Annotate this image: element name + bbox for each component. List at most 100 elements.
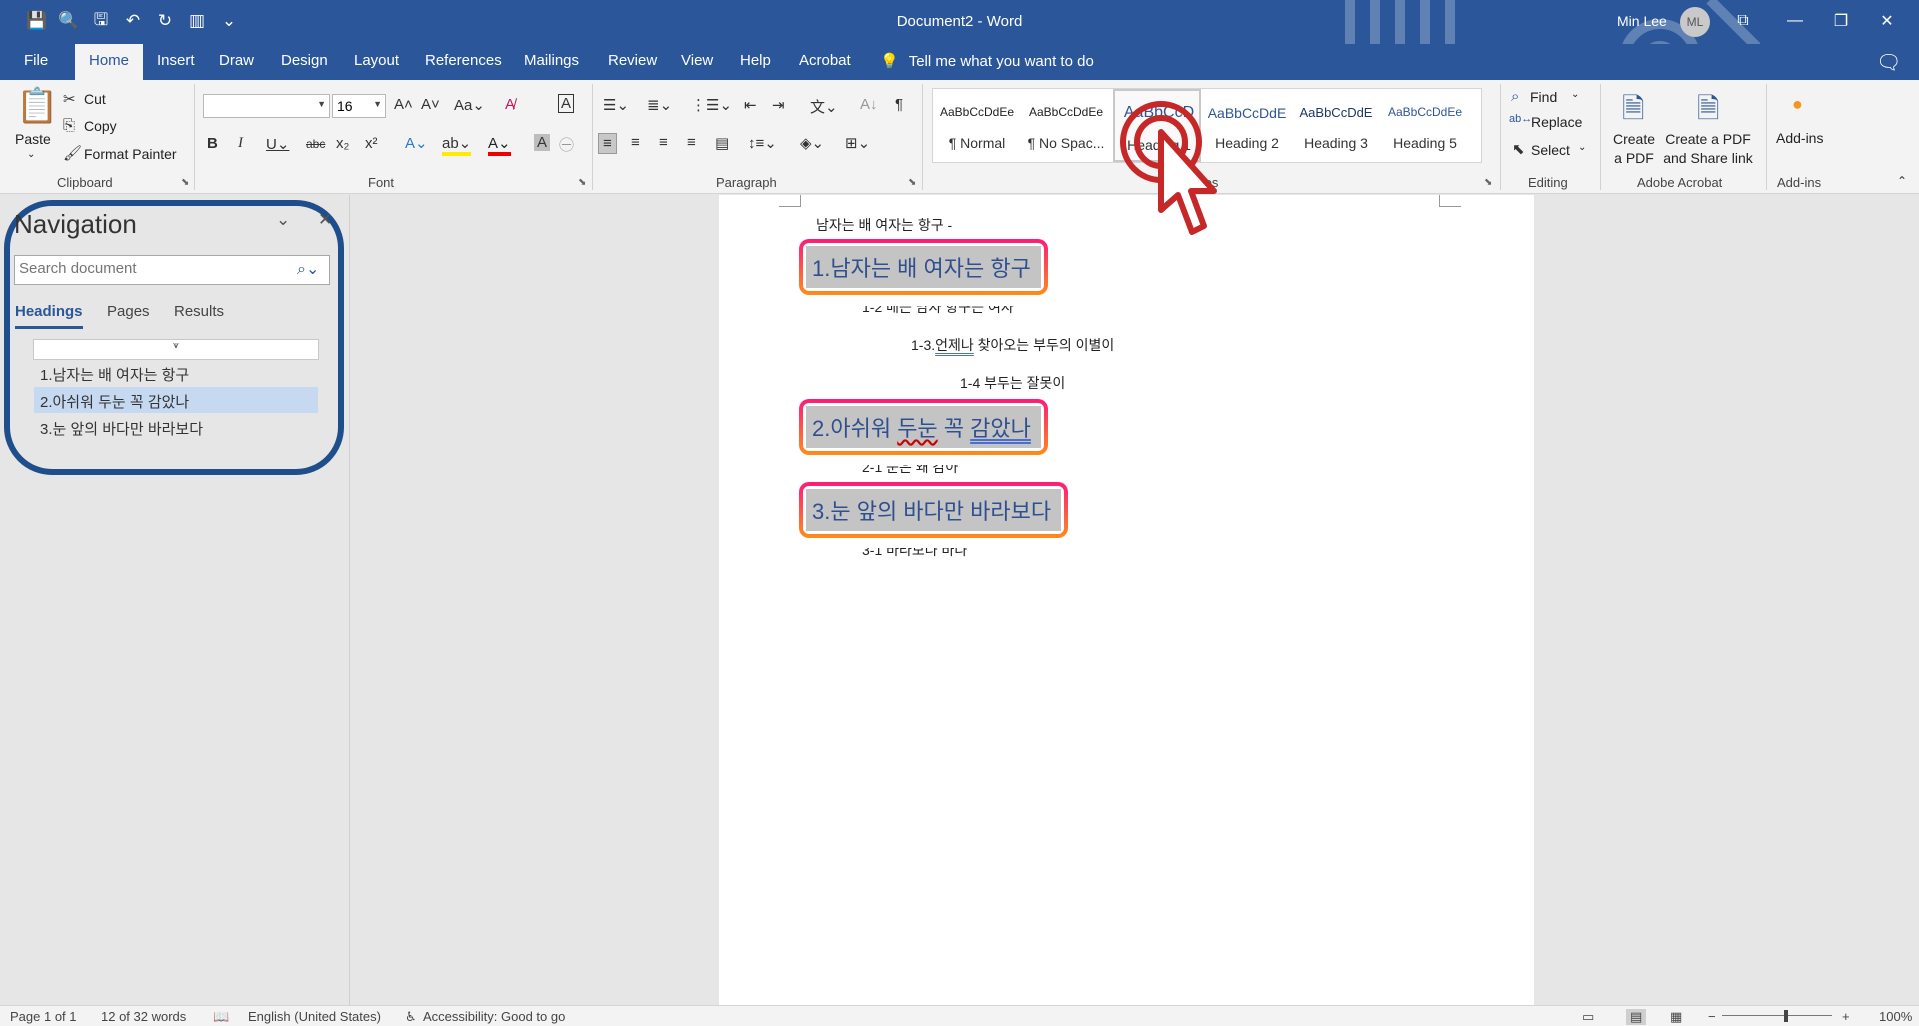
restore-button[interactable]: ❐ bbox=[1818, 6, 1864, 36]
subscript-icon[interactable]: x₂ bbox=[336, 135, 349, 152]
text-effects-icon[interactable]: A⌄ bbox=[405, 134, 428, 152]
replace-button[interactable]: Replace bbox=[1531, 114, 1582, 130]
create-pdf-button[interactable]: Create a PDF bbox=[1613, 130, 1655, 168]
styles-launcher-icon[interactable]: ⬊ bbox=[1484, 177, 1492, 188]
collapse-all-bar[interactable]: ⩛ bbox=[33, 339, 319, 360]
find-dropdown-icon[interactable]: ⌄ bbox=[1571, 89, 1579, 100]
line-3-1[interactable]: 3-1 바라보나 바나 bbox=[862, 548, 967, 560]
tab-file[interactable]: File bbox=[24, 52, 48, 69]
multilevel-list-icon[interactable]: ⋮☰⌄ bbox=[691, 96, 732, 114]
line-spacing-icon[interactable]: ↕≡⌄ bbox=[748, 134, 777, 152]
tab-pages[interactable]: Pages bbox=[107, 303, 150, 320]
align-right-icon[interactable]: ≡ bbox=[659, 134, 668, 151]
line-1-3[interactable]: 1-3.언제나 찾아오는 부두의 이별이 bbox=[911, 335, 1114, 355]
highlighted-heading-2[interactable]: 2.아쉬워 두눈 꼭 감았나 bbox=[799, 399, 1048, 455]
close-pane-icon[interactable]: ✕ bbox=[318, 210, 332, 230]
user-name[interactable]: Min Lee bbox=[1617, 13, 1667, 29]
line-2-1[interactable]: 2-1 눈은 왜 감아 bbox=[862, 465, 958, 477]
highlighted-heading-1[interactable]: 1.남자는 배 여자는 항구 bbox=[799, 239, 1048, 295]
search-input[interactable] bbox=[19, 260, 289, 277]
tab-help[interactable]: Help bbox=[740, 52, 771, 69]
zoom-slider[interactable] bbox=[1722, 1015, 1832, 1016]
decrease-indent-icon[interactable]: ⇤ bbox=[744, 96, 757, 114]
tab-design[interactable]: Design bbox=[281, 52, 328, 69]
nav-heading-item-selected[interactable]: 2.아쉬워 두눈 꼭 감았나 bbox=[34, 387, 318, 413]
clipboard-launcher-icon[interactable]: ⬊ bbox=[181, 177, 189, 188]
borders-icon[interactable]: ⊞⌄ bbox=[845, 134, 870, 152]
style-heading-3[interactable]: AaBbCcDdE Heading 3 bbox=[1292, 89, 1380, 162]
line-1-4[interactable]: 1-4 부두는 잘못이 bbox=[960, 373, 1065, 393]
justify-icon[interactable]: ≡ bbox=[687, 134, 696, 151]
clear-formatting-icon[interactable]: A̸ bbox=[505, 96, 515, 113]
tell-me-search[interactable]: 💡 Tell me what you want to do bbox=[880, 52, 1094, 71]
create-share-link-button[interactable]: Create a PDF and Share link bbox=[1662, 130, 1754, 168]
highlighted-heading-3[interactable]: 3.눈 앞의 바다만 바라보다 bbox=[799, 482, 1069, 538]
paste-button[interactable]: Paste bbox=[15, 131, 51, 147]
tab-insert[interactable]: Insert bbox=[157, 52, 195, 69]
zoom-level[interactable]: 100% bbox=[1879, 1009, 1912, 1024]
font-color-icon[interactable]: A⌄ bbox=[488, 134, 511, 156]
tab-layout[interactable]: Layout bbox=[354, 52, 399, 69]
proofing-icon[interactable]: 📖 bbox=[213, 1009, 229, 1025]
bullets-icon[interactable]: ☰⌄ bbox=[603, 96, 629, 114]
italic-icon[interactable]: I bbox=[238, 135, 243, 152]
align-left-icon[interactable]: ≡ bbox=[598, 133, 617, 154]
highlight-color-icon[interactable]: ab⌄ bbox=[442, 134, 472, 156]
tab-review[interactable]: Review bbox=[608, 52, 657, 69]
format-painter-button[interactable]: Format Painter bbox=[84, 146, 177, 162]
nav-heading-item[interactable]: 1.남자는 배 여자는 항구 bbox=[34, 360, 318, 386]
language-status[interactable]: English (United States) bbox=[248, 1009, 381, 1024]
print-layout-icon[interactable]: ▤ bbox=[1626, 1009, 1647, 1025]
minimize-button[interactable]: — bbox=[1772, 6, 1818, 36]
align-center-icon[interactable]: ≡ bbox=[631, 134, 640, 151]
comments-icon[interactable]: 🗨 bbox=[1876, 50, 1901, 75]
tab-view[interactable]: View bbox=[681, 52, 713, 69]
tab-headings[interactable]: Headings bbox=[15, 303, 83, 329]
shrink-font-icon[interactable]: A˅ bbox=[421, 96, 440, 113]
paste-dropdown-icon[interactable]: ⌄ bbox=[27, 149, 35, 160]
cut-button[interactable]: Cut bbox=[84, 91, 106, 107]
nav-heading-item[interactable]: 3.눈 앞의 바다만 바라보다 bbox=[34, 414, 318, 440]
select-button[interactable]: Select bbox=[1531, 142, 1570, 158]
add-ins-button[interactable]: Add-ins bbox=[1776, 130, 1823, 146]
search-icon[interactable]: ⌕⌄ bbox=[297, 259, 319, 279]
enclose-characters-icon[interactable]: ㊀ bbox=[559, 134, 574, 155]
increase-indent-icon[interactable]: ⇥ bbox=[772, 96, 785, 114]
select-dropdown-icon[interactable]: ⌄ bbox=[1578, 142, 1586, 153]
bold-icon[interactable]: B bbox=[207, 135, 218, 152]
document-page[interactable]: 남자는 배 여자는 항구 - 1.남자는 배 여자는 항구 1-2 배는 남자 … bbox=[719, 195, 1534, 1005]
search-document-box[interactable]: ⌕⌄ bbox=[14, 255, 330, 285]
strikethrough-icon[interactable]: abc bbox=[306, 137, 325, 151]
grow-font-icon[interactable]: A˄ bbox=[394, 96, 413, 113]
style-normal[interactable]: AaBbCcDdEe ¶ Normal bbox=[933, 89, 1021, 162]
style-heading-5[interactable]: AaBbCcDdEe Heading 5 bbox=[1381, 89, 1469, 162]
font-name-box[interactable]: ▼ bbox=[203, 94, 330, 118]
zoom-out-icon[interactable]: − bbox=[1708, 1009, 1716, 1024]
sort-icon[interactable]: A↓ bbox=[860, 96, 878, 113]
tab-mailings[interactable]: Mailings bbox=[524, 52, 579, 69]
find-button[interactable]: Find bbox=[1530, 89, 1557, 105]
copy-button[interactable]: Copy bbox=[84, 118, 117, 134]
tab-home[interactable]: Home bbox=[75, 44, 144, 80]
underline-icon[interactable]: U⌄ bbox=[266, 135, 289, 153]
numbering-icon[interactable]: ≣⌄ bbox=[647, 96, 672, 114]
asian-layout-icon[interactable]: 文⌄ bbox=[810, 96, 838, 117]
close-button[interactable]: ✕ bbox=[1864, 6, 1910, 36]
intro-line[interactable]: 남자는 배 여자는 항구 - bbox=[816, 215, 952, 235]
character-shading-icon[interactable]: A bbox=[534, 134, 551, 151]
text-effects-box-icon[interactable]: A bbox=[558, 94, 575, 113]
style-no-spacing[interactable]: AaBbCcDdEe ¶ No Spac... bbox=[1022, 89, 1110, 162]
line-1-2[interactable]: 1-2 배는 남자 항구는 여자 bbox=[862, 306, 1014, 317]
pane-options-icon[interactable]: ⌄ bbox=[276, 210, 290, 230]
avatar[interactable]: ML bbox=[1680, 7, 1710, 37]
collapse-ribbon-icon[interactable]: ⌃ bbox=[1897, 174, 1907, 188]
accessibility-status[interactable]: Accessibility: Good to go bbox=[423, 1009, 565, 1024]
word-count[interactable]: 12 of 32 words bbox=[101, 1009, 186, 1024]
ribbon-display-icon[interactable]: ⧉ bbox=[1720, 6, 1766, 36]
paragraph-launcher-icon[interactable]: ⬊ bbox=[908, 177, 916, 188]
focus-mode-icon[interactable]: ▭ bbox=[1582, 1009, 1594, 1025]
page-count[interactable]: Page 1 of 1 bbox=[10, 1009, 77, 1024]
tab-results[interactable]: Results bbox=[174, 303, 224, 320]
tab-references[interactable]: References bbox=[425, 52, 502, 69]
show-formatting-icon[interactable]: ¶ bbox=[895, 96, 903, 113]
